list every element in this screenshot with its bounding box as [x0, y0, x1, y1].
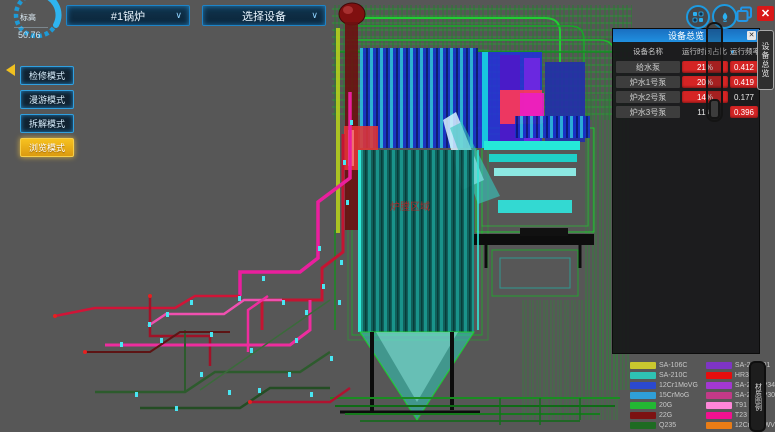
layers-icon[interactable] [736, 6, 754, 28]
color-swatch [630, 372, 656, 379]
device-select[interactable]: 选择设备 ∨ [202, 5, 326, 26]
color-swatch [630, 412, 656, 419]
legend-item: Q235 [630, 422, 698, 430]
freq-badge: 0.412 [730, 61, 758, 73]
chevron-down-icon: ∨ [311, 10, 318, 21]
legend-label: T91 [735, 402, 747, 409]
device-name: 炉水1号泵 [616, 76, 680, 88]
table-row[interactable]: 给水泵 21% 0.412 [616, 61, 756, 73]
panel-title-bar[interactable]: 设备总览 ✕ [613, 29, 759, 42]
color-swatch [630, 362, 656, 369]
legend-label: 15CrMoG [659, 392, 689, 399]
color-swatch [706, 372, 732, 379]
color-swatch [706, 412, 732, 419]
panel-close-icon[interactable]: ✕ [747, 31, 756, 40]
riser-pipe-yellow [336, 28, 340, 233]
device-select-value: 选择设备 [242, 8, 286, 24]
legend-item: SA-210C [630, 372, 698, 380]
mode-button-overhaul[interactable]: 检修模式 [20, 66, 74, 85]
valve-markers[interactable] [120, 120, 353, 411]
main-feed-pipes[interactable] [240, 92, 350, 330]
legend-item: 15CrMoG [630, 392, 698, 400]
legend-label: 20G [659, 402, 672, 409]
gauge-divider [14, 27, 48, 28]
legend-label: 12Cr1MoVG [659, 382, 698, 389]
legend-column-left: SA-106C SA-210C 12Cr1MoVG 15CrMoG 20G 22… [630, 362, 698, 430]
material-legend: SA-106C SA-210C 12Cr1MoVG 15CrMoG 20G 22… [630, 362, 748, 430]
drum-highlight [343, 6, 353, 14]
app-root: 炉膛区域 [0, 0, 775, 432]
table-header-row: 设备名称 运行时间占比 ▼ 运行频率 [616, 46, 756, 57]
legend-item: 12Cr1MoVG [630, 382, 698, 390]
gauge-value: 50.76 [18, 30, 41, 40]
collapse-arrow-icon[interactable] [6, 64, 15, 76]
tab-device-overview[interactable]: 设备总览 [757, 30, 774, 90]
col-header-name: 设备名称 [616, 46, 680, 57]
mode-button-roam[interactable]: 漫游模式 [20, 90, 74, 109]
color-swatch [630, 392, 656, 399]
color-swatch [706, 422, 732, 429]
color-swatch [706, 362, 732, 369]
legend-label: Q235 [659, 422, 676, 429]
gauge-label: 标高 [20, 12, 36, 23]
furnace-label: 炉膛区域 [390, 200, 430, 213]
legend-label: 22G [659, 412, 672, 419]
furnace-body[interactable]: 炉膛区域 [358, 150, 474, 332]
col-header-freq: 运行频率 [730, 46, 758, 57]
legend-item: 20G [630, 402, 698, 410]
table-row[interactable]: 炉水3号泵 11% 0.396 [616, 106, 756, 118]
tab-material-legend[interactable]: 材质图例 [749, 361, 766, 432]
device-name: 给水泵 [616, 61, 680, 73]
color-swatch [630, 402, 656, 409]
color-swatch [706, 392, 732, 399]
panel-title: 设备总览 [668, 29, 704, 42]
freq-badge: 0.419 [730, 76, 758, 88]
legend-item: SA-106C [630, 362, 698, 370]
mode-button-browse[interactable]: 浏览模式 [20, 138, 74, 157]
table-row[interactable]: 炉水1号泵 20% 0.419 [616, 76, 756, 88]
legend-label: T23 [735, 412, 747, 419]
steam-drum[interactable] [339, 3, 365, 25]
mode-button-disassemble[interactable]: 拆解模式 [20, 114, 74, 133]
slider-handle[interactable] [709, 99, 720, 119]
color-swatch [706, 382, 732, 389]
boiler-select[interactable]: #1锅炉 ∨ [66, 5, 190, 26]
legend-item: 22G [630, 412, 698, 420]
close-icon[interactable]: ✕ [757, 6, 774, 21]
device-overview-panel: 设备总览 ✕ 设备名称 运行时间占比 ▼ 运行频率 给水泵 21% 0.412 … [612, 28, 760, 354]
chevron-down-icon: ∨ [175, 10, 182, 21]
freq-badge: 0.177 [730, 91, 758, 103]
color-swatch [630, 382, 656, 389]
boiler-select-value: #1锅炉 [111, 8, 145, 24]
vertical-slider[interactable] [706, 22, 723, 122]
device-name: 炉水2号泵 [616, 91, 680, 103]
table-row[interactable]: 炉水2号泵 14% 0.177 [616, 91, 756, 103]
device-name: 炉水3号泵 [616, 106, 680, 118]
freq-badge: 0.396 [730, 106, 758, 118]
economizer-banks[interactable] [474, 141, 594, 268]
device-table: 设备名称 运行时间占比 ▼ 运行频率 给水泵 21% 0.412 炉水1号泵 2… [613, 42, 759, 125]
legend-label: SA-106C [659, 362, 687, 369]
color-swatch [706, 402, 732, 409]
legend-label: SA-210C [659, 372, 687, 379]
color-swatch [630, 422, 656, 429]
